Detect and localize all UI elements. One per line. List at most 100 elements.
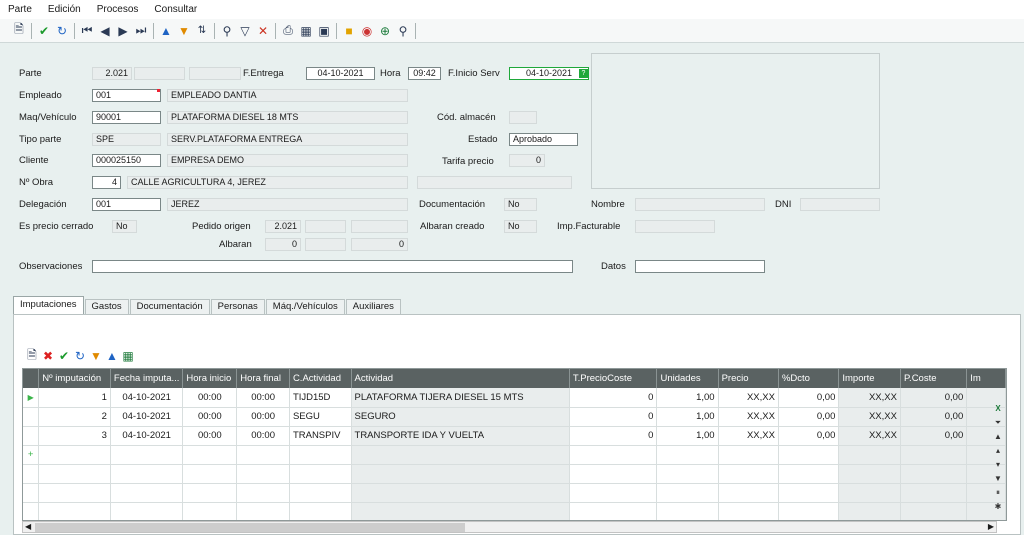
pedido-field[interactable]: 2.021	[265, 220, 301, 233]
undo-icon[interactable]: ↻	[53, 22, 71, 40]
cell[interactable]: 0,00	[900, 407, 968, 427]
codalm-field[interactable]	[509, 111, 537, 124]
col-header[interactable]: Actividad	[351, 369, 570, 388]
cell[interactable]: TIJD15D	[289, 388, 352, 408]
datos-field[interactable]	[635, 260, 765, 273]
horizontal-scrollbar[interactable]: ◀ ▶	[22, 521, 997, 533]
scroll-right-icon[interactable]: ▶	[988, 522, 994, 531]
next-icon[interactable]: ▶	[114, 22, 132, 40]
dni-field[interactable]	[800, 198, 880, 211]
grid-delete-icon[interactable]: ✖	[40, 348, 56, 364]
sort-icon[interactable]: ⇅	[193, 22, 211, 40]
tab-documentacion[interactable]: Documentación	[129, 299, 210, 314]
cliente-code-field[interactable]: 000025150	[92, 154, 161, 167]
albaran-creado-field[interactable]: No	[504, 220, 537, 233]
help-icon[interactable]: ?	[579, 69, 588, 78]
col-header[interactable]: Im	[966, 369, 1006, 388]
pedido-field-3[interactable]	[351, 220, 408, 233]
cell[interactable]: XX,XX	[718, 388, 779, 408]
cell[interactable]: 2	[38, 407, 111, 427]
cell[interactable]: 1,00	[656, 388, 719, 408]
col-header[interactable]: T.PrecioCoste	[569, 369, 658, 388]
new-icon[interactable]: 🗎	[10, 22, 28, 40]
grid-confirm-icon[interactable]: ✔	[56, 348, 72, 364]
new-row[interactable]: +	[23, 445, 1006, 465]
prev-icon[interactable]: ◀	[96, 22, 114, 40]
confirm-icon[interactable]: ✔	[35, 22, 53, 40]
obra-name-field[interactable]: CALLE AGRICULTURA 4, JEREZ	[127, 176, 408, 189]
cell[interactable]: SEGURO	[351, 407, 570, 427]
cell[interactable]: 00:00	[236, 388, 290, 408]
print-icon[interactable]: ⎙	[279, 22, 297, 40]
cell[interactable]	[900, 445, 968, 465]
excel-export-icon[interactable]: X	[991, 404, 1005, 418]
cell[interactable]	[236, 445, 290, 465]
empleado-name-field[interactable]: EMPLEADO DANTIA	[167, 89, 408, 102]
add-row-icon[interactable]: +	[23, 445, 40, 465]
grid-undo-icon[interactable]: ↻	[72, 348, 88, 364]
grid-move-down-icon[interactable]: ▼	[88, 348, 104, 364]
cell[interactable]	[569, 445, 658, 465]
cell[interactable]: XX,XX	[838, 388, 901, 408]
tipo-code-field[interactable]: SPE	[92, 133, 161, 146]
scroll-thumb[interactable]	[35, 523, 465, 532]
cell[interactable]: 00:00	[236, 426, 290, 446]
menu-parte[interactable]: Parte	[0, 4, 40, 15]
col-header[interactable]: Nº imputación	[38, 369, 111, 388]
zoom-icon[interactable]: ◉	[358, 22, 376, 40]
cell[interactable]: 00:00	[182, 388, 238, 408]
search-icon[interactable]: ⚲	[218, 22, 236, 40]
grid-excel-icon[interactable]: ▦	[120, 348, 136, 364]
cell[interactable]: 0,00	[778, 426, 840, 446]
albaran-field-3[interactable]: 0	[351, 238, 408, 251]
filter-icon[interactable]: ▽	[236, 22, 254, 40]
cell[interactable]: TRANSPIV	[289, 426, 352, 446]
cell[interactable]	[718, 445, 779, 465]
hora-field[interactable]: 09:42	[408, 67, 441, 80]
delegacion-name-field[interactable]: JEREZ	[167, 198, 408, 211]
maq-name-field[interactable]: PLATAFORMA DIESEL 18 MTS	[167, 111, 408, 124]
cell[interactable]: 00:00	[182, 426, 238, 446]
observaciones-field[interactable]	[92, 260, 573, 273]
move-up-icon[interactable]: ▲	[157, 22, 175, 40]
open-folder-icon[interactable]: ■	[340, 22, 358, 40]
print-preview-icon[interactable]: ▦	[297, 22, 315, 40]
tipo-name-field[interactable]: SERV.PLATAFORMA ENTREGA	[167, 133, 408, 146]
tab-gastos[interactable]: Gastos	[84, 299, 129, 314]
cell[interactable]: TRANSPORTE IDA Y VUELTA	[351, 426, 570, 446]
nombre-field[interactable]	[635, 198, 765, 211]
first-icon[interactable]: ⏮	[78, 22, 96, 40]
table-row[interactable]: 2 04-10-2021 00:00 00:00 SEGU SEGURO 0 1…	[23, 407, 1006, 427]
fentrega-field[interactable]: 04-10-2021	[306, 67, 375, 80]
cell[interactable]: XX,XX	[838, 407, 901, 427]
cell[interactable]: 1,00	[656, 407, 719, 427]
cell[interactable]: SEGU	[289, 407, 352, 427]
next-page-icon[interactable]: ▼	[991, 474, 1005, 488]
cell[interactable]: 1	[38, 388, 111, 408]
pin-icon[interactable]: ⚲	[394, 22, 412, 40]
parte-field-3[interactable]	[189, 67, 241, 80]
prev-row-icon[interactable]: ▴	[991, 446, 1005, 460]
precio-cerrado-field[interactable]: No	[112, 220, 137, 233]
cell[interactable]: 0,00	[778, 388, 840, 408]
cell[interactable]: 1,00	[656, 426, 719, 446]
parte-field[interactable]: 2.021	[92, 67, 132, 80]
maq-code-field[interactable]: 90001	[92, 111, 161, 124]
albaran-field-1[interactable]: 0	[265, 238, 301, 251]
cell[interactable]: PLATAFORMA TIJERA DIESEL 15 MTS	[351, 388, 570, 408]
last-icon[interactable]: ⏭	[132, 22, 150, 40]
menu-procesos[interactable]: Procesos	[89, 4, 147, 15]
grid-new-icon[interactable]: 🗎	[24, 348, 40, 364]
table-row[interactable]: 3 04-10-2021 00:00 00:00 TRANSPIV TRANSP…	[23, 426, 1006, 446]
tab-imputaciones[interactable]: Imputaciones	[13, 296, 84, 314]
cell[interactable]: 0	[569, 388, 658, 408]
cell[interactable]	[289, 445, 352, 465]
cell[interactable]: 00:00	[236, 407, 290, 427]
cell[interactable]: 0,00	[778, 407, 840, 427]
finicio-field[interactable]: 04-10-2021	[509, 67, 589, 80]
zoom-in-icon[interactable]: ⊕	[376, 22, 394, 40]
cell[interactable]	[778, 445, 840, 465]
col-header[interactable]: C.Actividad	[289, 369, 352, 388]
cell[interactable]: XX,XX	[718, 407, 779, 427]
prev-page-icon[interactable]: ▲	[991, 432, 1005, 446]
